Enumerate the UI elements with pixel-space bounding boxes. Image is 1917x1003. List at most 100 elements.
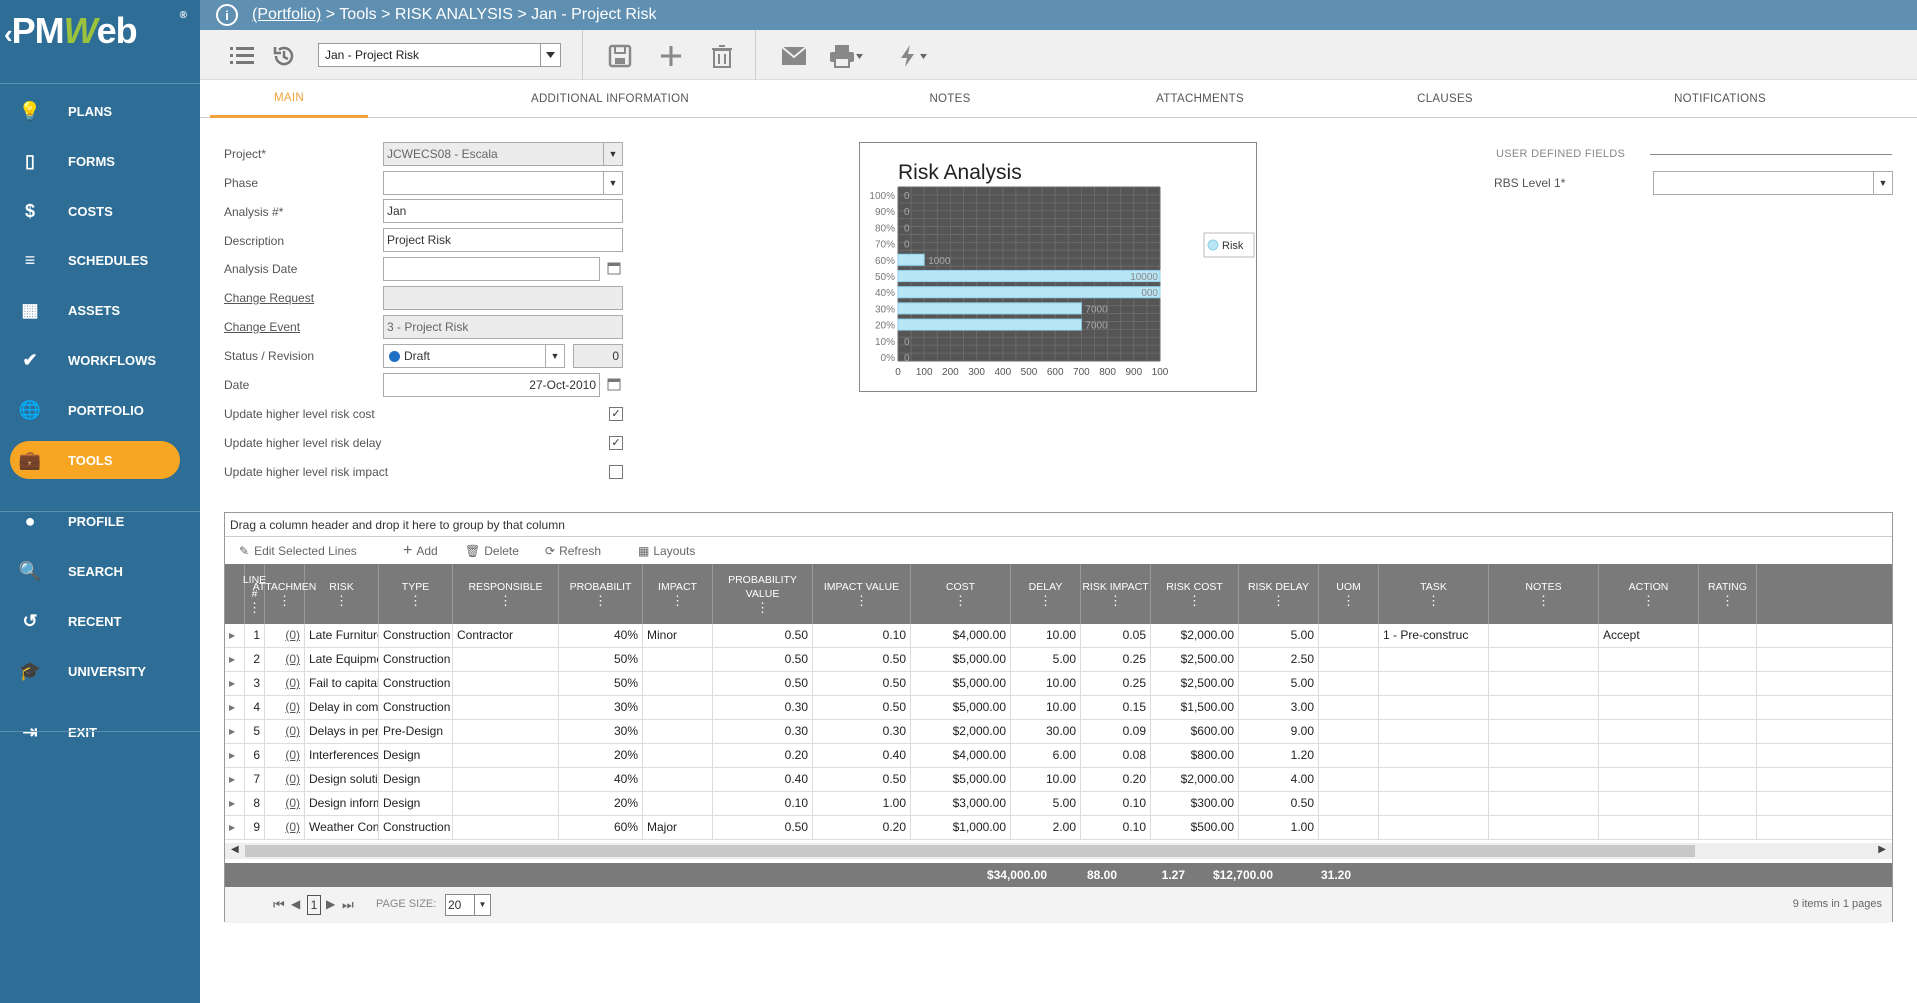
info-icon[interactable]: i [216,4,238,26]
expand-row-icon[interactable]: ▶ [225,792,245,816]
column-menu-icon[interactable]: ⋮ [335,594,348,608]
delete-line-button[interactable]: 🗑 Delete [465,538,519,563]
analysis-number-input[interactable]: Jan [383,199,623,223]
column-menu-icon[interactable]: ⋮ [1537,594,1550,608]
tab-additional-information[interactable]: ADDITIONAL INFORMATION [500,80,720,118]
sidebar-item-recent[interactable]: ↺ RECENT [10,602,180,640]
scroll-right-icon[interactable]: ▶ [1878,844,1886,855]
print-dropdown-icon[interactable] [852,42,866,70]
expand-row-icon[interactable]: ▶ [225,648,245,672]
tab-notes[interactable]: NOTES [890,80,1010,118]
actions-dropdown-icon[interactable] [916,42,930,70]
next-page-icon[interactable]: ▶ [326,897,335,911]
column-header[interactable]: RISK ⋮ [305,564,379,624]
column-menu-icon[interactable]: ⋮ [1427,594,1440,608]
column-menu-icon[interactable]: ⋮ [499,594,512,608]
phase-select[interactable]: ▼ [383,171,623,195]
sidebar-item-exit[interactable]: ⇥ EXIT [10,713,180,751]
add-icon[interactable] [657,42,685,70]
table-row[interactable]: ▶3(0)Fail to capitalize 25Construction 50… [225,672,1892,696]
column-menu-icon[interactable]: ⋮ [1109,594,1122,608]
sidebar-item-portfolio[interactable]: 🌐 PORTFOLIO [10,391,180,429]
column-header[interactable]: RISK COST ⋮ [1151,564,1239,624]
list-icon[interactable] [228,42,256,70]
last-page-icon[interactable]: ⏭ [342,897,354,913]
table-row[interactable]: ▶2(0)Late Equipment DeConstruction 50% 0.5… [225,648,1892,672]
sidebar-item-assets[interactable]: ▦ ASSETS [10,291,180,329]
scroll-left-icon[interactable]: ◀ [231,844,239,855]
sidebar-item-tools[interactable]: 💼 TOOLS [10,441,180,479]
sidebar-item-university[interactable]: 🎓 UNIVERSITY [10,652,180,690]
prev-page-icon[interactable]: ◀ [291,897,300,911]
attachment-link[interactable]: (0) [265,696,305,720]
expand-row-icon[interactable]: ▶ [225,672,245,696]
column-header[interactable]: PROBABILIT ⋮ [559,564,643,624]
attachment-link[interactable]: (0) [265,720,305,744]
column-header[interactable]: IMPACT VALUE ⋮ [813,564,911,624]
expand-row-icon[interactable]: ▶ [225,816,245,840]
attachment-link[interactable]: (0) [265,624,305,648]
column-header[interactable]: RISK DELAY ⋮ [1239,564,1319,624]
table-row[interactable]: ▶7(0)Design solution oveDesign 40% 0.400.5… [225,768,1892,792]
rbs-level-select[interactable]: ▼ [1653,171,1893,195]
date-input[interactable]: 27-Oct-2010 [383,373,600,397]
column-header[interactable]: RISK IMPACT ⋮ [1081,564,1151,624]
sidebar-item-plans[interactable]: 💡 PLANS [10,92,180,130]
column-menu-icon[interactable]: ⋮ [1642,594,1655,608]
sidebar-item-forms[interactable]: ▯ FORMS [10,142,180,180]
expand-row-icon[interactable]: ▶ [225,696,245,720]
change-request-link[interactable]: Change Request [224,291,314,305]
table-row[interactable]: ▶6(0)Interferences in seDesign 20% 0.200.4… [225,744,1892,768]
edit-selected-lines-button[interactable]: ✎ Edit Selected Lines [239,538,357,563]
tab-notifications[interactable]: NOTIFICATIONS [1620,80,1820,118]
expand-row-icon[interactable]: ▶ [225,720,245,744]
tab-attachments[interactable]: ATTACHMENTS [1100,80,1300,118]
column-header[interactable]: NOTES ⋮ [1489,564,1599,624]
column-header[interactable]: UOM ⋮ [1319,564,1379,624]
column-menu-icon[interactable]: ⋮ [954,594,967,608]
pmweb-logo[interactable]: ‹PMWeb ® [4,10,194,60]
page-size-select[interactable]: 20 ▼ [445,894,491,916]
update-cost-checkbox[interactable]: ✓ [609,407,623,421]
column-header[interactable]: COST ⋮ [911,564,1011,624]
add-line-button[interactable]: + Add [403,538,438,563]
layouts-button[interactable]: ▦ Layouts [638,538,695,563]
column-header[interactable]: RESPONSIBLE ⋮ [453,564,559,624]
column-menu-icon[interactable]: ⋮ [756,601,769,615]
expand-row-icon[interactable]: ▶ [225,624,245,648]
sidebar-item-profile[interactable]: ● PROFILE [10,502,180,540]
attachment-link[interactable]: (0) [265,816,305,840]
table-row[interactable]: ▶5(0)Delays in permitsPre-Design30%0.300… [225,720,1892,744]
calendar-icon[interactable] [607,377,621,391]
update-delay-checkbox[interactable]: ✓ [609,436,623,450]
expand-row-icon[interactable]: ▶ [225,768,245,792]
refresh-button[interactable]: ⟳ Refresh [545,538,601,563]
column-menu-icon[interactable]: ⋮ [855,594,868,608]
project-select[interactable]: JCWECS08 - Escala ▼ [383,142,623,166]
first-page-icon[interactable]: ⏮ [273,897,285,913]
column-header[interactable]: PROBABILITY VALUE ⋮ [713,564,813,624]
attachment-link[interactable]: (0) [265,648,305,672]
change-event-link[interactable]: Change Event [224,320,300,334]
column-header[interactable]: RATING ⋮ [1699,564,1757,624]
sidebar-item-schedules[interactable]: ≡ SCHEDULES [10,241,180,279]
table-row[interactable]: ▶8(0)Design informationDesign20%0.101.00… [225,792,1892,816]
column-menu-icon[interactable]: ⋮ [1039,594,1052,608]
save-icon[interactable] [606,42,634,70]
column-menu-icon[interactable]: ⋮ [594,594,607,608]
attachment-link[interactable]: (0) [265,792,305,816]
column-menu-icon[interactable]: ⋮ [1272,594,1285,608]
attachment-link[interactable]: (0) [265,672,305,696]
column-header[interactable]: TASK ⋮ [1379,564,1489,624]
group-drop-area[interactable]: Drag a column header and drop it here to… [225,513,1892,537]
column-header[interactable]: TYPE ⋮ [379,564,453,624]
column-menu-icon[interactable]: ⋮ [1188,594,1201,608]
column-menu-icon[interactable]: ⋮ [409,594,422,608]
description-input[interactable]: Project Risk [383,228,623,252]
tab-main[interactable]: MAIN [210,80,368,118]
sidebar-item-search[interactable]: 🔍 SEARCH [10,552,180,590]
column-menu-icon[interactable]: ⋮ [1721,594,1734,608]
table-row[interactable]: ▶4(0)Delay in completingConstruction 30% 0… [225,696,1892,720]
column-header[interactable]: LINE # ⋮ [243,564,266,624]
breadcrumb-portfolio-link[interactable]: (Portfolio) [252,6,321,24]
